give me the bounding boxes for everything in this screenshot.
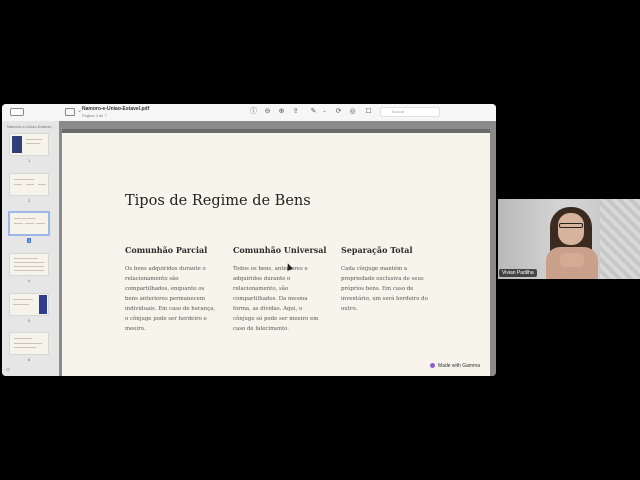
- toolbar: ⌄ Namoro-e-Uniao-Estavel.pdf Página 3 de…: [2, 104, 496, 122]
- markup-chevron-icon[interactable]: ⌄: [320, 107, 329, 116]
- slide-page: Tipos de Regime de Bens Comunhão Parcial…: [62, 133, 490, 376]
- thumbnail-label: 1: [28, 158, 31, 163]
- markup-pen-icon[interactable]: ✎: [309, 107, 318, 116]
- search-input[interactable]: Buscar: [380, 107, 440, 117]
- rotate-icon[interactable]: ⟳: [334, 107, 343, 116]
- slide-title: Tipos de Regime de Bens: [125, 193, 311, 209]
- column-body: Os bens adquiridos durante o relacioname…: [125, 266, 216, 332]
- sidebar-options-icon[interactable]: ⊙: [6, 367, 10, 373]
- thumbnail-page-1[interactable]: [10, 134, 48, 155]
- zoom-in-icon[interactable]: ⊕: [277, 107, 286, 116]
- info-icon[interactable]: ⓘ: [249, 107, 258, 116]
- thumbnail-sidebar: Namoro-e-Uniao-Estavel... 1 2 3 4 5 6 ⊙: [2, 121, 60, 376]
- sign-icon[interactable]: ☐: [364, 107, 373, 116]
- column-heading: Comunhão Parcial: [125, 245, 208, 255]
- share-icon[interactable]: ⇪: [291, 107, 300, 116]
- gamma-logo-icon: [430, 363, 436, 369]
- page-indicator: Página 3 de 7: [82, 113, 107, 118]
- column-comunhao-universal: Comunhão Universal Todos os bens, anteri…: [233, 245, 327, 334]
- zoom-out-icon[interactable]: ⊖: [263, 107, 272, 116]
- thumbnail-page-4[interactable]: [10, 254, 48, 275]
- participant-name-label: Vivian Padilha: [499, 269, 537, 277]
- thumbnail-page-3[interactable]: [8, 211, 50, 236]
- sidebar-title: Namoro-e-Uniao-Estavel...: [7, 124, 55, 129]
- made-with-gamma-badge[interactable]: Made with Gamma: [430, 363, 480, 369]
- column-heading: Separação Total: [341, 245, 413, 255]
- glasses: [559, 223, 583, 228]
- badge-label: Made with Gamma: [438, 363, 480, 369]
- thumbnail-label: 3: [27, 238, 32, 243]
- column-comunhao-parcial: Comunhão Parcial Os bens adquiridos dura…: [125, 245, 217, 334]
- document-title: Namoro-e-Uniao-Estavel.pdf: [82, 106, 150, 112]
- thumbnail-label: 5: [28, 318, 31, 323]
- thumbnail-label: 6: [28, 357, 31, 362]
- thumbnail-label: 4: [28, 278, 31, 283]
- column-heading: Comunhão Universal: [233, 245, 327, 255]
- thumbnail-page-6[interactable]: [10, 333, 48, 354]
- sidebar-toggle-button[interactable]: [10, 108, 24, 116]
- column-body: Cada cônjuge mantém a propriedade exclus…: [341, 266, 428, 312]
- participant-face: [558, 213, 584, 245]
- column-separacao-total: Separação Total Cada cônjuge mantém a pr…: [341, 245, 433, 314]
- thumbnail-page-5[interactable]: [10, 294, 48, 315]
- thumbnail-label: 2: [28, 198, 31, 203]
- highlight-icon[interactable]: ◎: [348, 107, 357, 116]
- webcam-tile: Vivian Padilha: [498, 199, 640, 279]
- pdf-viewer-window: ⌄ Namoro-e-Uniao-Estavel.pdf Página 3 de…: [2, 104, 496, 376]
- thumbnail-page-2[interactable]: [10, 174, 48, 195]
- view-mode-button[interactable]: [65, 108, 75, 116]
- document-viewer[interactable]: Tipos de Regime de Bens Comunhão Parcial…: [59, 121, 496, 376]
- column-body: Todos os bens, anteriores e adquiridos d…: [233, 266, 319, 332]
